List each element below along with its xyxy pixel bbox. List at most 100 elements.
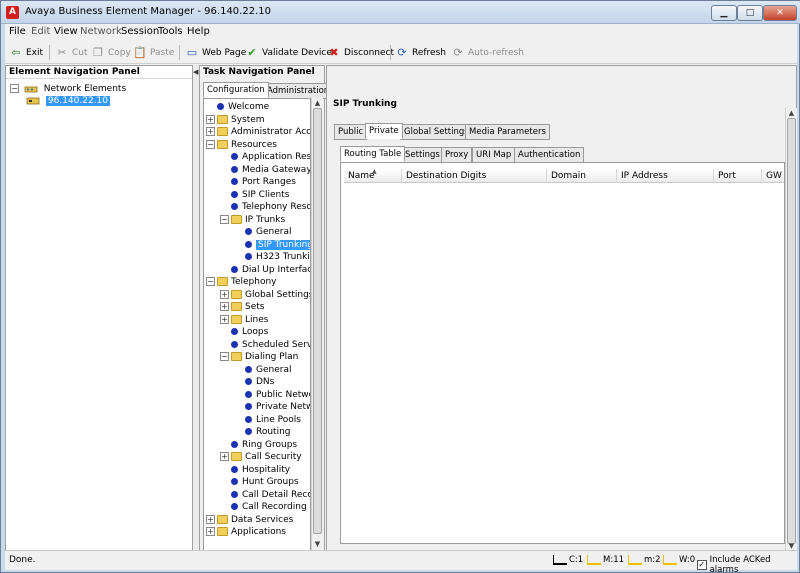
tree-node[interactable]: Welcome bbox=[206, 101, 269, 113]
paste-button[interactable]: 📋 Paste bbox=[133, 44, 174, 61]
tab-authentication[interactable]: Authentication bbox=[514, 147, 585, 163]
task-tree-vscrollbar[interactable]: ▲ ▼ bbox=[311, 98, 323, 552]
tree-node[interactable]: Application Resources bbox=[220, 151, 310, 163]
column-header-port[interactable]: Port bbox=[714, 169, 762, 183]
tree-node-network-elements[interactable]: − Network Elements bbox=[10, 83, 126, 95]
tab-uri-map[interactable]: URI Map bbox=[472, 147, 516, 163]
column-header-name[interactable]: ▲ Name bbox=[344, 168, 402, 183]
alarm-major[interactable]: M:11 bbox=[587, 555, 624, 565]
scroll-down-icon[interactable]: ▼ bbox=[786, 542, 797, 550]
collapse-icon[interactable]: − bbox=[206, 139, 215, 149]
disconnect-button[interactable]: ✖ Disconnect bbox=[327, 44, 394, 61]
tree-node[interactable]: + Applications bbox=[206, 526, 286, 538]
tree-node[interactable]: + Lines bbox=[220, 314, 268, 326]
tree-node[interactable]: Ring Groups bbox=[220, 439, 297, 451]
tree-node[interactable]: Scheduled Services bbox=[220, 339, 310, 351]
auto-refresh-button[interactable]: ⟳ Auto-refresh bbox=[451, 44, 524, 61]
refresh-button[interactable]: ⟳ Refresh bbox=[395, 44, 446, 61]
menu-view[interactable]: View bbox=[54, 26, 78, 37]
tab-public[interactable]: Public bbox=[334, 124, 368, 140]
expand-icon[interactable]: + bbox=[220, 302, 229, 311]
tree-node[interactable]: General bbox=[234, 364, 291, 376]
tab-configuration[interactable]: Configuration bbox=[203, 82, 269, 98]
scroll-down-icon[interactable]: ▼ bbox=[312, 540, 323, 548]
alarm-minor[interactable]: m:2 bbox=[628, 555, 661, 565]
close-button[interactable]: ✕ bbox=[763, 5, 797, 21]
tree-node[interactable]: − Telephony bbox=[206, 276, 277, 288]
tab-private[interactable]: Private bbox=[365, 123, 403, 139]
scroll-up-icon[interactable]: ▲ bbox=[786, 109, 797, 117]
minimize-button[interactable]: ▁ bbox=[711, 5, 737, 21]
tree-node[interactable]: + Data Services bbox=[206, 514, 293, 526]
tree-node[interactable]: Port Ranges bbox=[220, 176, 296, 188]
menu-edit[interactable]: Edit bbox=[31, 26, 50, 37]
expand-icon[interactable]: + bbox=[220, 314, 229, 324]
expand-icon[interactable]: + bbox=[206, 527, 215, 536]
expand-icon[interactable]: + bbox=[206, 514, 215, 524]
collapse-icon[interactable]: − bbox=[10, 84, 19, 93]
tree-node[interactable]: Call Recording bbox=[220, 501, 307, 513]
expand-icon[interactable]: + bbox=[220, 289, 229, 299]
tree-node[interactable]: − IP Trunks bbox=[220, 214, 285, 226]
content-vscroll-thumb[interactable] bbox=[787, 118, 796, 544]
tree-node[interactable]: Telephony Resources bbox=[220, 201, 310, 213]
task-tree-vscroll-thumb[interactable] bbox=[313, 108, 322, 534]
tree-node[interactable]: Public Network bbox=[234, 389, 310, 401]
tree-node[interactable]: SIP Trunking bbox=[234, 239, 310, 251]
column-header-domain[interactable]: Domain bbox=[547, 169, 617, 183]
tree-node-device[interactable]: 96.140.22.10 bbox=[26, 95, 110, 107]
tree-node[interactable]: − Resources bbox=[206, 139, 277, 151]
menu-file[interactable]: File bbox=[9, 26, 26, 37]
tree-node[interactable]: Private Network bbox=[234, 401, 310, 413]
tree-node[interactable]: + Call Security bbox=[220, 451, 302, 463]
tree-node[interactable]: Loops bbox=[220, 326, 268, 338]
tab-routing-table[interactable]: Routing Table bbox=[340, 146, 406, 162]
tab-media-parameters[interactable]: Media Parameters bbox=[465, 124, 550, 140]
tab-global-settings[interactable]: Global Settings bbox=[400, 124, 473, 140]
alarm-warning[interactable]: W:0 bbox=[663, 555, 695, 565]
collapse-icon[interactable]: − bbox=[206, 277, 215, 286]
checkbox-checked-icon[interactable]: ✓ bbox=[697, 560, 707, 570]
tree-node[interactable]: Dial Up Interfaces bbox=[220, 264, 310, 276]
content-vscrollbar[interactable]: ▲ ▼ bbox=[785, 108, 797, 554]
tree-node[interactable]: H323 Trunking bbox=[234, 251, 310, 263]
menu-help[interactable]: Help bbox=[187, 26, 210, 37]
column-header-gw[interactable]: GW bbox=[762, 169, 784, 183]
alarm-critical[interactable]: C:1 bbox=[553, 555, 583, 565]
collapse-left-icon[interactable]: ◀ bbox=[193, 68, 198, 76]
tab-administration[interactable]: Administration bbox=[263, 83, 334, 99]
tree-node[interactable]: + System bbox=[206, 114, 265, 126]
tree-node[interactable]: Routing bbox=[234, 426, 291, 438]
web-page-button[interactable]: ▭ Web Page bbox=[185, 44, 246, 61]
scroll-up-icon[interactable]: ▲ bbox=[312, 99, 323, 107]
column-header-ip-address[interactable]: IP Address bbox=[617, 169, 714, 183]
tree-node[interactable]: General bbox=[234, 226, 291, 238]
menu-tools[interactable]: Tools bbox=[158, 26, 183, 37]
copy-button[interactable]: ❐ Copy bbox=[91, 44, 131, 61]
menu-network[interactable]: Network bbox=[80, 26, 122, 37]
tree-node[interactable]: + Sets bbox=[220, 301, 264, 313]
tree-node[interactable]: + Global Settings bbox=[220, 289, 310, 301]
tree-node[interactable]: DNs bbox=[234, 376, 274, 388]
include-acked-alarms-checkbox[interactable]: ✓ Include ACKed alarms bbox=[697, 555, 797, 573]
tree-node[interactable]: Media Gateways bbox=[220, 164, 310, 176]
tree-node[interactable]: Hospitality bbox=[220, 464, 290, 476]
title-bar[interactable]: A Avaya Business Element Manager - 96.14… bbox=[1, 1, 800, 24]
cut-button[interactable]: ✂ Cut bbox=[55, 44, 87, 61]
collapse-icon[interactable]: − bbox=[220, 352, 229, 361]
tree-node[interactable]: Hunt Groups bbox=[220, 476, 299, 488]
tree-node[interactable]: Line Pools bbox=[234, 414, 301, 426]
column-header-destination-digits[interactable]: Destination Digits bbox=[402, 169, 547, 183]
expand-icon[interactable]: + bbox=[206, 114, 215, 124]
tab-settings[interactable]: Settings bbox=[401, 147, 444, 163]
expand-icon[interactable]: + bbox=[220, 452, 229, 461]
collapse-icon[interactable]: − bbox=[220, 214, 229, 224]
validate-device-button[interactable]: ✔ Validate Device bbox=[245, 44, 332, 61]
tree-node[interactable]: − Dialing Plan bbox=[220, 351, 298, 363]
menu-session[interactable]: Session bbox=[121, 26, 159, 37]
exit-button[interactable]: ⇦ Exit bbox=[9, 44, 43, 61]
maximize-button[interactable]: □ bbox=[737, 5, 763, 21]
expand-icon[interactable]: + bbox=[206, 127, 215, 136]
tree-node[interactable]: SIP Clients bbox=[220, 189, 289, 201]
tab-proxy[interactable]: Proxy bbox=[441, 147, 473, 163]
